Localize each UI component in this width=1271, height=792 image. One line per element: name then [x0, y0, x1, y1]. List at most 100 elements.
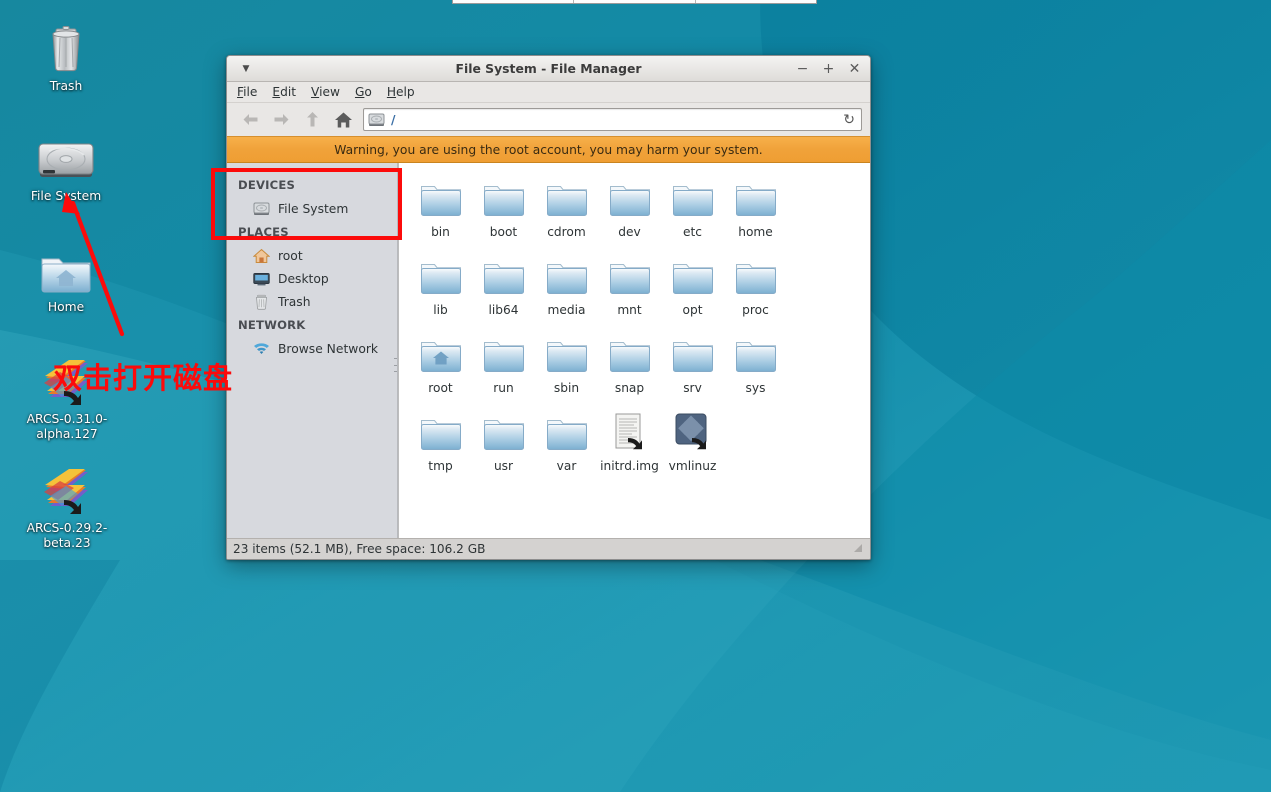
- file-item[interactable]: sbin: [535, 333, 598, 395]
- folder-icon: [724, 177, 787, 223]
- maximize-button[interactable]: +: [822, 62, 835, 76]
- folder-icon: [598, 333, 661, 379]
- file-item[interactable]: etc: [661, 177, 724, 239]
- folder-icon: [409, 177, 472, 223]
- file-item-label: snap: [614, 381, 645, 395]
- file-item[interactable]: cdrom: [535, 177, 598, 239]
- folder-icon: [472, 255, 535, 301]
- file-item-label: initrd.img: [600, 459, 659, 473]
- file-item[interactable]: srv: [661, 333, 724, 395]
- menu-help[interactable]: Help: [387, 85, 415, 99]
- file-item[interactable]: opt: [661, 255, 724, 317]
- file-item[interactable]: snap: [598, 333, 661, 395]
- file-item[interactable]: boot: [472, 177, 535, 239]
- file-grid: bin boot cdrom dev etc home lib lib64 media mnt op…: [409, 177, 849, 489]
- harddisk-icon: [11, 132, 121, 184]
- home-icon[interactable]: [328, 107, 359, 133]
- root-warning-text: Warning, you are using the root account,…: [334, 142, 763, 157]
- desktop-icon-trash[interactable]: Trash: [11, 22, 121, 94]
- top-panel-segment-2[interactable]: [574, 0, 696, 3]
- folder-icon: [535, 333, 598, 379]
- top-panel-segment-1[interactable]: [453, 0, 575, 3]
- file-grid-panel[interactable]: bin boot cdrom dev etc home lib lib64 media mnt op…: [398, 163, 870, 538]
- file-item-label: proc: [742, 303, 769, 317]
- file-item-label: sbin: [553, 381, 580, 395]
- resize-grip-icon[interactable]: [852, 542, 863, 556]
- menu-file[interactable]: File: [237, 85, 257, 99]
- file-item[interactable]: proc: [724, 255, 787, 317]
- file-item[interactable]: vmlinuz: [661, 411, 724, 473]
- harddisk-icon: [368, 113, 385, 126]
- desktop-icon-home[interactable]: Home: [11, 243, 121, 315]
- forward-arrow-icon[interactable]: [266, 107, 297, 133]
- top-panel-segment-3[interactable]: [696, 0, 816, 3]
- folder-icon: [472, 177, 535, 223]
- sidebar-item-trash[interactable]: Trash: [227, 290, 397, 313]
- file-item-label: srv: [683, 381, 702, 395]
- sidebar-item-browse-network[interactable]: Browse Network: [227, 337, 397, 360]
- window-menu-arrow-icon[interactable]: ▼: [235, 64, 257, 74]
- file-item[interactable]: media: [535, 255, 598, 317]
- file-item-label: bin: [431, 225, 450, 239]
- file-item[interactable]: home: [724, 177, 787, 239]
- file-item-label: root: [428, 381, 453, 395]
- folder-icon: [535, 255, 598, 301]
- file-item[interactable]: bin: [409, 177, 472, 239]
- file-manager-window[interactable]: ▼ File System - File Manager − + ✕ File …: [226, 55, 871, 560]
- file-item[interactable]: initrd.img: [598, 411, 661, 473]
- sidebar-item-file-system[interactable]: File System: [227, 197, 397, 220]
- desktop-icon-label: ARCS-0.29.2-beta.23: [26, 521, 108, 550]
- desktop-icon-label: ARCS-0.31.0-alpha.127: [26, 412, 108, 441]
- file-item[interactable]: sys: [724, 333, 787, 395]
- harddisk-icon: [253, 200, 270, 217]
- file-item-label: lib: [433, 303, 448, 317]
- file-item[interactable]: run: [472, 333, 535, 395]
- file-item[interactable]: var: [535, 411, 598, 473]
- top-panel[interactable]: [452, 0, 817, 4]
- statusbar: 23 items (52.1 MB), Free space: 106.2 GB: [227, 538, 870, 559]
- window-body: DEVICES File System PLACES root Desktop …: [227, 163, 870, 538]
- file-item[interactable]: mnt: [598, 255, 661, 317]
- arcs-symlink-icon: [12, 464, 122, 516]
- window-titlebar[interactable]: ▼ File System - File Manager − + ✕: [227, 56, 870, 82]
- sidebar-group-network-title: NETWORK: [238, 318, 306, 332]
- reload-icon[interactable]: ↻: [843, 112, 855, 128]
- sidebar-item-desktop[interactable]: Desktop: [227, 267, 397, 290]
- file-item[interactable]: usr: [472, 411, 535, 473]
- path-value[interactable]: /: [391, 113, 396, 127]
- file-item-label: dev: [618, 225, 641, 239]
- file-item[interactable]: dev: [598, 177, 661, 239]
- up-arrow-icon[interactable]: [297, 107, 328, 133]
- file-item-label: cdrom: [547, 225, 586, 239]
- window-title: File System - File Manager: [455, 61, 642, 76]
- path-bar[interactable]: / ↻: [363, 108, 862, 131]
- desktop[interactable]: Trash File System Home ARCS-0.31.0-alpha…: [0, 0, 1271, 792]
- file-item[interactable]: tmp: [409, 411, 472, 473]
- file-item[interactable]: lib: [409, 255, 472, 317]
- toolbar: / ↻: [227, 103, 870, 136]
- file-item[interactable]: lib64: [472, 255, 535, 317]
- menu-view[interactable]: View: [311, 85, 340, 99]
- desktop-icon-arcs-alpha[interactable]: ARCS-0.31.0-alpha.127: [12, 355, 122, 442]
- sidebar[interactable]: DEVICES File System PLACES root Desktop …: [227, 163, 398, 538]
- trash-icon: [11, 22, 121, 74]
- menu-edit[interactable]: Edit: [272, 85, 296, 99]
- home-icon: [253, 247, 270, 264]
- folder-icon: [409, 255, 472, 301]
- sidebar-item-label: Desktop: [278, 271, 329, 286]
- folder-icon: [724, 333, 787, 379]
- network-icon: [253, 340, 270, 357]
- folder-icon: [598, 177, 661, 223]
- desktop-icon-label: Home: [47, 300, 85, 314]
- close-button[interactable]: ✕: [848, 62, 861, 76]
- minimize-button[interactable]: −: [796, 62, 809, 76]
- desktop-icon-file-system[interactable]: File System: [11, 132, 121, 204]
- file-item[interactable]: root: [409, 333, 472, 395]
- sidebar-item-label: root: [278, 248, 303, 263]
- desktop-icon-arcs-beta[interactable]: ARCS-0.29.2-beta.23: [12, 464, 122, 551]
- sidebar-item-root[interactable]: root: [227, 244, 397, 267]
- file-item-label: home: [738, 225, 773, 239]
- back-arrow-icon[interactable]: [235, 107, 266, 133]
- menu-go[interactable]: Go: [355, 85, 372, 99]
- file-item-label: sys: [745, 381, 766, 395]
